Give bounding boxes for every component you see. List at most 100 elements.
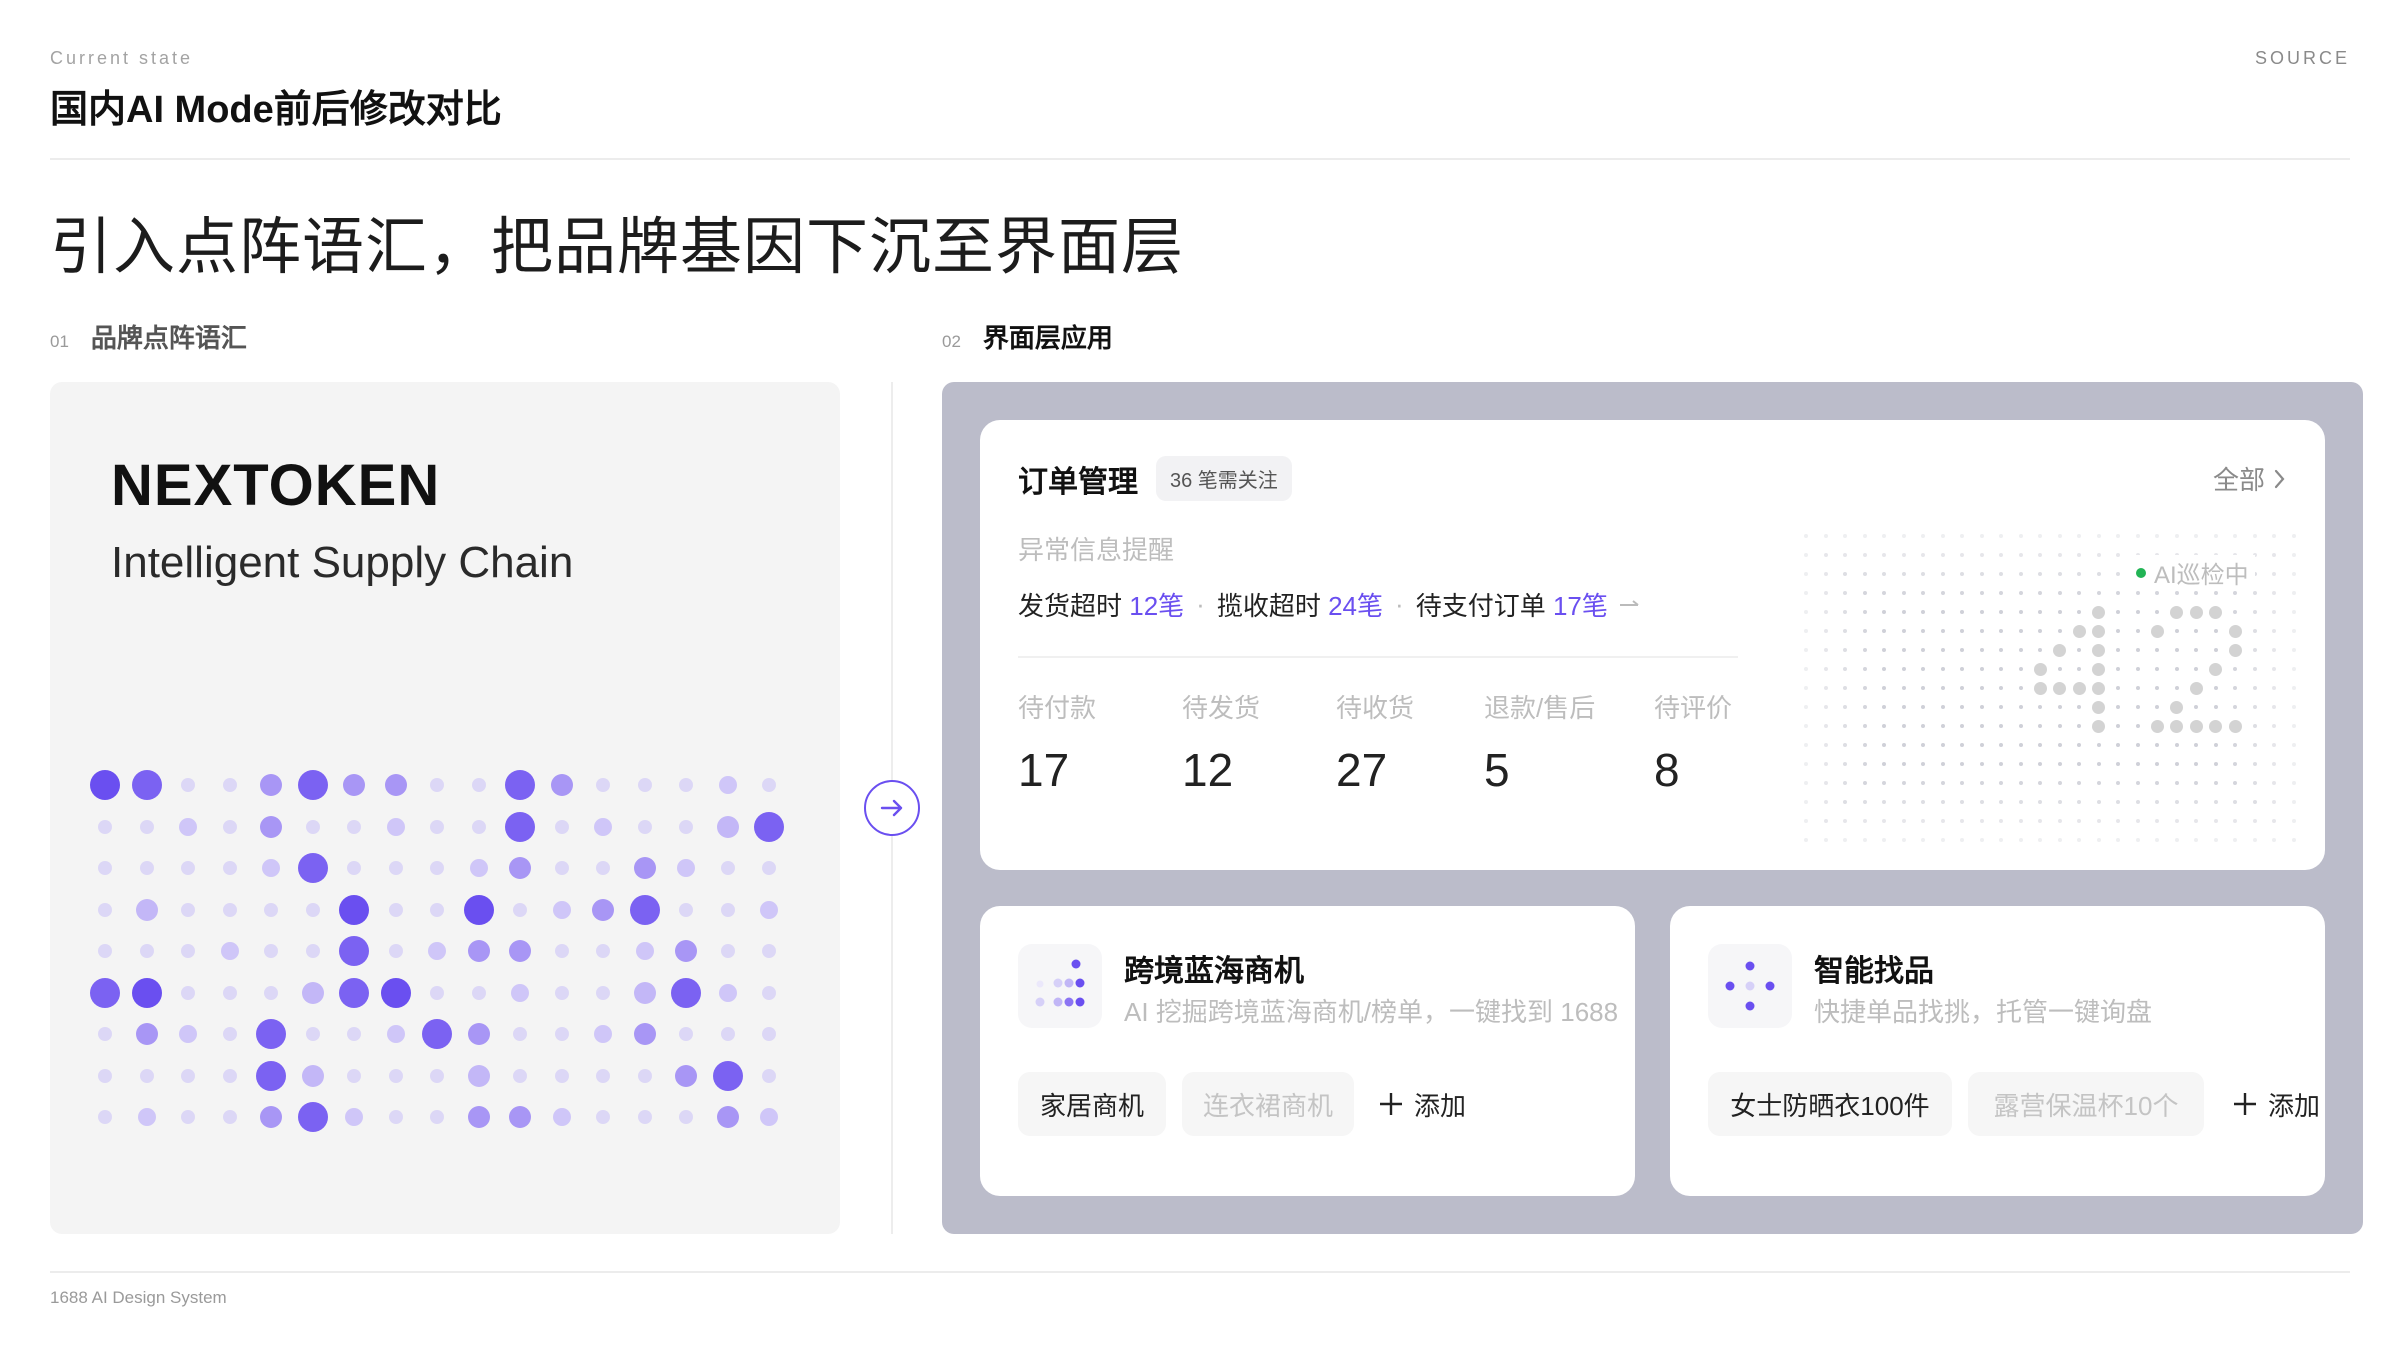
ai-grid-dot	[2213, 800, 2218, 804]
plus-icon	[2234, 1093, 2256, 1115]
add-label: 添加	[2268, 1090, 2321, 1121]
ai-grid-dot	[2194, 838, 2198, 842]
view-all-link[interactable]: 全部	[2213, 460, 2287, 497]
stat-label: 待评价	[1654, 693, 1733, 723]
alert-row: 发货超时 12笔 · 揽收超时 24笔 · 待支付订单 17笔	[1018, 586, 1642, 623]
feature-card-smart-sourcing[interactable]: 智能找品 快捷单品找挑，托管一键询盘 女士防晒衣100件 露营保温杯10个 添加	[1670, 906, 2325, 1196]
ai-grid-dot	[1804, 762, 1808, 766]
ai-grid-dot	[2213, 705, 2218, 709]
ai-grid-dot	[1823, 667, 1828, 671]
ai-grid-dot	[2291, 534, 2296, 538]
ai-grid-dot	[1999, 724, 2003, 728]
ai-grid-dot	[1979, 743, 1984, 747]
tag-chip[interactable]: 女士防晒衣100件	[1708, 1072, 1952, 1136]
ai-grid-dot	[2194, 667, 2198, 671]
ai-grid-dot	[1862, 800, 1867, 804]
tag-chip[interactable]: 连衣裙商机	[1182, 1072, 1354, 1136]
brand-dot	[633, 857, 656, 879]
ai-grid-dot	[2077, 781, 2081, 785]
brand-dot	[347, 1068, 361, 1083]
ai-grid-dot-active	[2170, 700, 2183, 714]
ai-grid-dot	[1843, 743, 1847, 747]
ai-grid-dot	[2135, 534, 2140, 538]
ai-grid-dot	[2038, 705, 2042, 709]
ai-grid-dot	[2135, 838, 2140, 842]
brand-dot	[679, 1027, 693, 1041]
ai-grid-dot-active	[2150, 624, 2164, 638]
brand-dot	[509, 857, 531, 879]
separator-dot: ·	[1395, 589, 1404, 619]
brand-dot	[471, 819, 486, 834]
ai-grid-dot	[1940, 553, 1945, 557]
ai-grid-dot	[2116, 553, 2120, 557]
ai-grid-dot	[2155, 800, 2159, 804]
brand-dot	[675, 940, 697, 962]
brand-dot	[463, 894, 494, 925]
section-heading-brand: 01 品牌点阵语汇	[50, 318, 247, 355]
stat-pending-payment[interactable]: 待付款 17	[1018, 688, 1096, 797]
ai-grid-dot	[2135, 724, 2140, 728]
page-eyebrow: Current state	[50, 48, 194, 68]
arrow-right-circle-icon[interactable]	[864, 780, 920, 836]
ai-grid-dot	[2116, 610, 2120, 614]
ai-grid-dot	[2233, 743, 2237, 747]
stat-pending-receipt[interactable]: 待收货 27	[1336, 688, 1414, 797]
stat-refund[interactable]: 退款/售后 5	[1484, 688, 1595, 797]
ai-grid-dot	[2038, 819, 2042, 823]
brand-dot	[637, 778, 652, 792]
ai-grid-dot	[2291, 838, 2296, 842]
ai-grid-dot	[2194, 591, 2198, 595]
tag-chip[interactable]: 露营保温杯10个	[1968, 1072, 2204, 1136]
brand-dot	[222, 1027, 237, 1041]
ai-grid-dot	[1999, 629, 2003, 633]
ai-grid-dot	[2135, 819, 2140, 823]
alert-pickup-timeout[interactable]: 揽收超时 24笔	[1217, 586, 1383, 623]
tag-chip[interactable]: 家居商机	[1018, 1072, 1166, 1136]
stat-value: 12	[1182, 744, 1234, 796]
feature-card-cross-border[interactable]: 跨境蓝海商机 AI 挖掘跨境蓝海商机/榜单，一键找到 1688 家居商机 连衣裙…	[980, 906, 1635, 1196]
section-number: 02	[942, 332, 961, 351]
ai-grid-dot	[2155, 667, 2159, 671]
ai-grid-dot	[2038, 648, 2042, 652]
brand-dot	[297, 770, 328, 800]
ai-grid-dot	[2155, 743, 2159, 747]
arrow-right-icon[interactable]	[1618, 598, 1642, 612]
ai-grid-dot	[2057, 800, 2062, 804]
ai-grid-dot	[2174, 762, 2179, 766]
ai-grid-dot	[2252, 762, 2257, 766]
add-tag-button[interactable]: 添加	[2232, 1072, 2320, 1136]
brand-dot	[762, 778, 776, 792]
ai-grid-dot	[2155, 762, 2159, 766]
ai-grid-dot	[2135, 667, 2140, 671]
stat-pending-shipment[interactable]: 待发货 12	[1182, 688, 1260, 797]
brand-dot	[181, 902, 195, 917]
brand-dot	[305, 1027, 320, 1041]
ai-grid-dot	[2272, 591, 2276, 595]
ai-grid-dot	[1921, 781, 1925, 785]
alert-unpaid-orders[interactable]: 待支付订单 17笔	[1416, 586, 1608, 623]
ai-grid-dot	[1843, 534, 1847, 538]
ai-grid-dot-active	[2033, 681, 2047, 695]
ai-grid-dot	[2194, 705, 2198, 709]
brand-dot	[98, 1027, 112, 1041]
ai-grid-dot	[2096, 800, 2101, 804]
brand-dot	[637, 1110, 652, 1124]
alert-shipping-timeout[interactable]: 发货超时 12笔	[1018, 586, 1184, 623]
brand-dot	[380, 977, 411, 1008]
brand-dot	[260, 815, 282, 838]
ai-grid-dot	[1882, 572, 1886, 576]
ai-grid-dot-active	[2053, 643, 2066, 657]
ai-grid-dot	[2174, 629, 2179, 633]
stat-value: 27	[1336, 744, 1388, 796]
ai-grid-dot	[1843, 819, 1847, 823]
ai-grid-dot	[2018, 629, 2023, 633]
stat-pending-review[interactable]: 待评价 8	[1654, 688, 1732, 797]
ai-grid-dot	[1921, 610, 1925, 614]
brand-dot	[469, 859, 488, 877]
ai-grid-dot	[1940, 648, 1945, 652]
ai-grid-dot	[1823, 534, 1828, 538]
ai-grid-dot	[1921, 705, 1925, 709]
ai-grid-dot-active	[2092, 624, 2105, 638]
ai-grid-dot	[1979, 591, 1984, 595]
add-tag-button[interactable]: 添加	[1378, 1072, 1466, 1136]
